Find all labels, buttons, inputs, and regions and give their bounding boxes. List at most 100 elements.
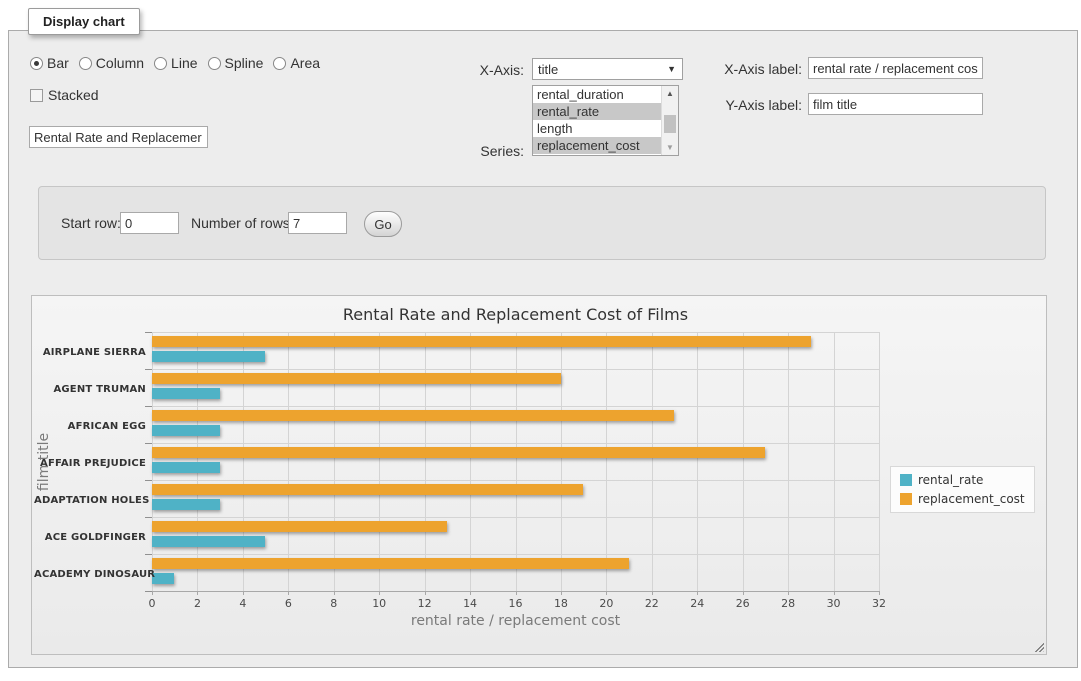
bar-rental_rate[interactable] <box>152 388 220 399</box>
chart-title: Rental Rate and Replacement Cost of Film… <box>152 305 879 324</box>
y-axis-tick <box>145 554 152 555</box>
legend-item-rental_rate[interactable]: rental_rate <box>900 473 1025 487</box>
legend-swatch-icon <box>900 474 912 486</box>
bar-replacement_cost[interactable] <box>152 521 447 532</box>
y-axis-tick <box>145 369 152 370</box>
radio-label: Bar <box>47 55 69 71</box>
legend-item-replacement_cost[interactable]: replacement_cost <box>900 492 1025 506</box>
x-tick-label: 6 <box>273 597 303 610</box>
y-axis-tick <box>145 332 152 333</box>
scrollbar-thumb[interactable] <box>664 115 676 133</box>
radio-button-icon[interactable] <box>30 57 43 70</box>
scroll-up-icon[interactable]: ▲ <box>662 86 678 101</box>
series-caption: Series: <box>439 143 524 159</box>
radio-bar[interactable]: Bar <box>30 55 69 71</box>
bar-replacement_cost[interactable] <box>152 373 561 384</box>
radio-button-icon[interactable] <box>273 57 286 70</box>
category-label: AFFAIR PREJUDICE <box>34 458 146 469</box>
gridline-vertical <box>470 332 471 591</box>
x-tick-label: 14 <box>455 597 485 610</box>
x-tick-label: 18 <box>546 597 576 610</box>
radio-button-icon[interactable] <box>208 57 221 70</box>
radio-label: Column <box>96 55 144 71</box>
x-axis-label-input[interactable] <box>808 57 983 79</box>
chart-title-input[interactable] <box>29 126 208 148</box>
gridline-vertical <box>516 332 517 591</box>
x-tick-label: 20 <box>591 597 621 610</box>
chevron-down-icon: ▼ <box>667 64 676 74</box>
x-tick-label: 4 <box>228 597 258 610</box>
bar-rental_rate[interactable] <box>152 499 220 510</box>
radio-label: Area <box>290 55 320 71</box>
series-scrollbar[interactable]: ▲ ▼ <box>661 86 678 155</box>
bar-replacement_cost[interactable] <box>152 336 811 347</box>
gridline-vertical <box>425 332 426 591</box>
bar-replacement_cost[interactable] <box>152 558 629 569</box>
scroll-down-icon[interactable]: ▼ <box>662 140 678 155</box>
category-label: ADAPTATION HOLES <box>34 495 146 506</box>
y-axis-label-caption: Y-Axis label: <box>682 97 802 113</box>
category-label: AFRICAN EGG <box>34 421 146 432</box>
series-option-replacement_cost[interactable]: replacement_cost <box>533 137 661 154</box>
radio-line[interactable]: Line <box>154 55 197 71</box>
gridline-vertical <box>379 332 380 591</box>
series-option-rental_duration[interactable]: rental_duration <box>533 86 661 103</box>
category-label: ACE GOLDFINGER <box>34 532 146 543</box>
y-axis-label-input[interactable] <box>808 93 983 115</box>
x-tick-label: 12 <box>410 597 440 610</box>
start-row-input[interactable] <box>120 212 179 234</box>
bar-replacement_cost[interactable] <box>152 410 674 421</box>
x-axis-title: rental rate / replacement cost <box>152 613 879 629</box>
bar-rental_rate[interactable] <box>152 351 265 362</box>
stacked-checkbox[interactable] <box>30 89 43 102</box>
x-axis-caption: X-Axis: <box>439 62 524 78</box>
y-axis-tick <box>145 406 152 407</box>
bar-replacement_cost[interactable] <box>152 447 765 458</box>
x-axis-select[interactable]: title ▼ <box>532 58 683 80</box>
stacked-checkbox-row[interactable]: Stacked <box>30 87 99 103</box>
gridline-horizontal <box>152 406 879 407</box>
y-axis-tick <box>145 591 152 592</box>
gridline-vertical <box>243 332 244 591</box>
gridline-horizontal <box>152 480 879 481</box>
bar-rental_rate[interactable] <box>152 425 220 436</box>
x-tick-label: 2 <box>182 597 212 610</box>
bar-rental_rate[interactable] <box>152 573 174 584</box>
gridline-vertical <box>879 332 880 591</box>
bar-replacement_cost[interactable] <box>152 484 583 495</box>
y-axis-tick <box>145 517 152 518</box>
category-label: AGENT TRUMAN <box>34 384 146 395</box>
radio-label: Line <box>171 55 197 71</box>
radio-column[interactable]: Column <box>79 55 144 71</box>
chart-type-radio-group: Bar Column Line Spline Area <box>30 55 320 71</box>
chart-container: Rental Rate and Replacement Cost of Film… <box>31 295 1047 655</box>
radio-label: Spline <box>225 55 264 71</box>
num-rows-label: Number of rows: <box>191 215 301 231</box>
x-tick-label: 22 <box>637 597 667 610</box>
radio-button-icon[interactable] <box>79 57 92 70</box>
radio-spline[interactable]: Spline <box>208 55 264 71</box>
bar-rental_rate[interactable] <box>152 462 220 473</box>
x-tick-label: 28 <box>773 597 803 610</box>
x-tick-label: 16 <box>501 597 531 610</box>
legend-swatch-icon <box>900 493 912 505</box>
x-axis-selected-value: title <box>538 62 558 77</box>
bar-rental_rate[interactable] <box>152 536 265 547</box>
series-option-length[interactable]: length <box>533 120 661 137</box>
gridline-vertical <box>743 332 744 591</box>
series-options: rental_durationrental_ratelengthreplacem… <box>533 86 661 155</box>
display-chart-tab[interactable]: Display chart <box>28 8 140 35</box>
radio-button-icon[interactable] <box>154 57 167 70</box>
resize-handle-icon[interactable] <box>1033 641 1044 652</box>
series-listbox[interactable]: rental_durationrental_ratelengthreplacem… <box>532 85 679 156</box>
series-option-rental_rate[interactable]: rental_rate <box>533 103 661 120</box>
x-tick-label: 32 <box>864 597 894 610</box>
gridline-horizontal <box>152 554 879 555</box>
gridline-vertical <box>788 332 789 591</box>
x-tick-label: 10 <box>364 597 394 610</box>
go-button[interactable]: Go <box>364 211 402 237</box>
radio-area[interactable]: Area <box>273 55 320 71</box>
num-rows-input[interactable] <box>288 212 347 234</box>
gridline-horizontal <box>152 443 879 444</box>
x-tick-label: 0 <box>137 597 167 610</box>
